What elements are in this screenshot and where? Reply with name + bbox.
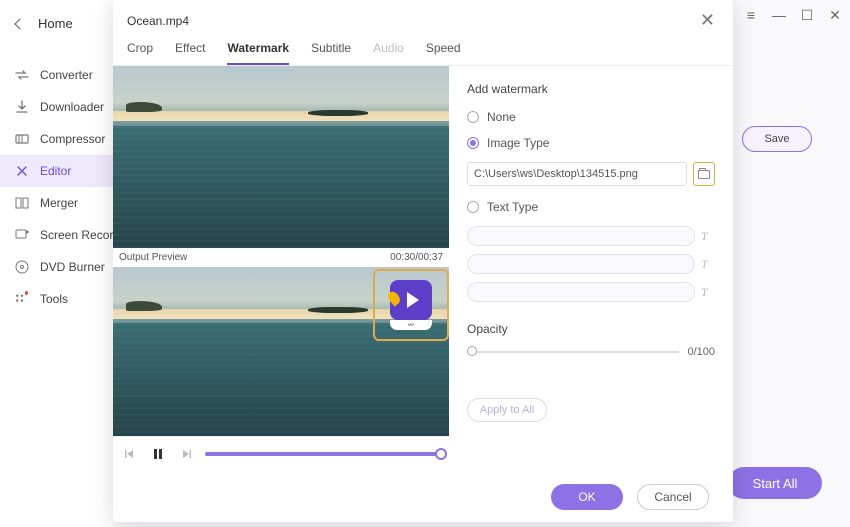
output-preview: 〰 [113, 267, 449, 436]
apply-to-all-button[interactable]: Apply to All [467, 398, 547, 422]
section-title: Add watermark [467, 82, 715, 96]
compressor-icon [14, 131, 30, 147]
tab-crop[interactable]: Crop [127, 41, 153, 65]
editor-icon [14, 163, 30, 179]
window-controls: ≡ — ☐ ✕ [744, 8, 842, 22]
watermark-logo-icon [390, 280, 432, 320]
text-style-icon[interactable]: T [701, 285, 715, 299]
sidebar-item-downloader[interactable]: Downloader [0, 91, 113, 123]
text-input-1[interactable] [467, 226, 695, 246]
ok-button[interactable]: OK [551, 484, 623, 510]
home-label: Home [38, 16, 73, 31]
tab-subtitle[interactable]: Subtitle [311, 41, 351, 65]
converter-icon [14, 67, 30, 83]
text-style-icon[interactable]: T [701, 229, 715, 243]
radio-label: None [487, 110, 516, 124]
sidebar-label: Compressor [40, 132, 105, 146]
tab-speed[interactable]: Speed [426, 41, 461, 65]
sidebar-label: Screen Recorder [40, 228, 113, 242]
opacity-slider[interactable] [467, 351, 679, 353]
minimize-icon[interactable]: — [772, 8, 786, 22]
output-preview-label: Output Preview [119, 252, 187, 263]
radio-icon [467, 111, 479, 123]
text-style-icon[interactable]: T [701, 257, 715, 271]
preview-info-bar: Output Preview 00:30/00:37 [113, 248, 449, 267]
dialog-footer: OK Cancel [113, 472, 733, 522]
preview-column: Output Preview 00:30/00:37 〰 [113, 66, 449, 472]
text-input-3[interactable] [467, 282, 695, 302]
editor-tabs: Crop Effect Watermark Subtitle Audio Spe… [113, 31, 733, 66]
sidebar: Home Converter Downloader Compressor Edi… [0, 0, 113, 527]
sidebar-label: Converter [40, 68, 93, 82]
prev-frame-icon[interactable] [121, 445, 139, 463]
image-path-input[interactable] [467, 162, 687, 186]
sidebar-label: Downloader [40, 100, 104, 114]
sidebar-item-converter[interactable]: Converter [0, 59, 113, 91]
tab-audio: Audio [373, 41, 404, 65]
sidebar-item-screen-recorder[interactable]: Screen Recorder [0, 219, 113, 251]
tools-icon [14, 291, 30, 307]
chevron-left-icon [14, 18, 25, 29]
radio-label: Text Type [487, 200, 538, 214]
radio-text-type[interactable]: Text Type [467, 200, 715, 214]
opacity-value: 0/100 [687, 346, 715, 358]
tab-watermark[interactable]: Watermark [227, 41, 289, 65]
pause-icon[interactable] [149, 445, 167, 463]
merger-icon [14, 195, 30, 211]
close-icon[interactable]: ✕ [696, 10, 719, 31]
watermark-sub: 〰 [390, 320, 432, 330]
opacity-label: Opacity [467, 322, 715, 336]
sidebar-label: DVD Burner [40, 260, 105, 274]
browse-button[interactable] [693, 162, 715, 186]
timecode: 00:30/00:37 [390, 252, 443, 263]
menu-icon[interactable]: ≡ [744, 8, 758, 22]
text-input-2[interactable] [467, 254, 695, 274]
radio-label: Image Type [487, 136, 549, 150]
sidebar-label: Editor [40, 164, 71, 178]
screen-recorder-icon [14, 227, 30, 243]
tab-effect[interactable]: Effect [175, 41, 205, 65]
sidebar-item-editor[interactable]: Editor [0, 155, 113, 187]
radio-none[interactable]: None [467, 110, 715, 124]
maximize-icon[interactable]: ☐ [800, 8, 814, 22]
sidebar-label: Tools [40, 292, 68, 306]
sidebar-item-compressor[interactable]: Compressor [0, 123, 113, 155]
download-icon [14, 99, 30, 115]
slider-knob[interactable] [467, 346, 477, 356]
next-frame-icon[interactable] [177, 445, 195, 463]
radio-image-type[interactable]: Image Type [467, 136, 715, 150]
radio-icon [467, 201, 479, 213]
sidebar-item-tools[interactable]: Tools [0, 283, 113, 315]
watermark-panel: Add watermark None Image Type [449, 66, 733, 472]
sidebar-item-dvd-burner[interactable]: DVD Burner [0, 251, 113, 283]
dvd-icon [14, 259, 30, 275]
start-all-button[interactable]: Start All [728, 467, 822, 499]
folder-icon [698, 170, 710, 179]
dialog-title: Ocean.mp4 [127, 14, 189, 28]
progress-bar[interactable] [205, 452, 441, 456]
cancel-button[interactable]: Cancel [637, 484, 709, 510]
save-button[interactable]: Save [742, 126, 812, 152]
sidebar-item-merger[interactable]: Merger [0, 187, 113, 219]
progress-knob[interactable] [435, 448, 447, 460]
playback-controls [113, 436, 449, 472]
home-nav[interactable]: Home [0, 8, 113, 39]
close-window-icon[interactable]: ✕ [828, 8, 842, 22]
editor-dialog: Ocean.mp4 ✕ Crop Effect Watermark Subtit… [113, 0, 733, 522]
source-preview [113, 66, 449, 248]
sidebar-label: Merger [40, 196, 78, 210]
watermark-overlay[interactable]: 〰 [373, 269, 449, 341]
radio-icon [467, 137, 479, 149]
